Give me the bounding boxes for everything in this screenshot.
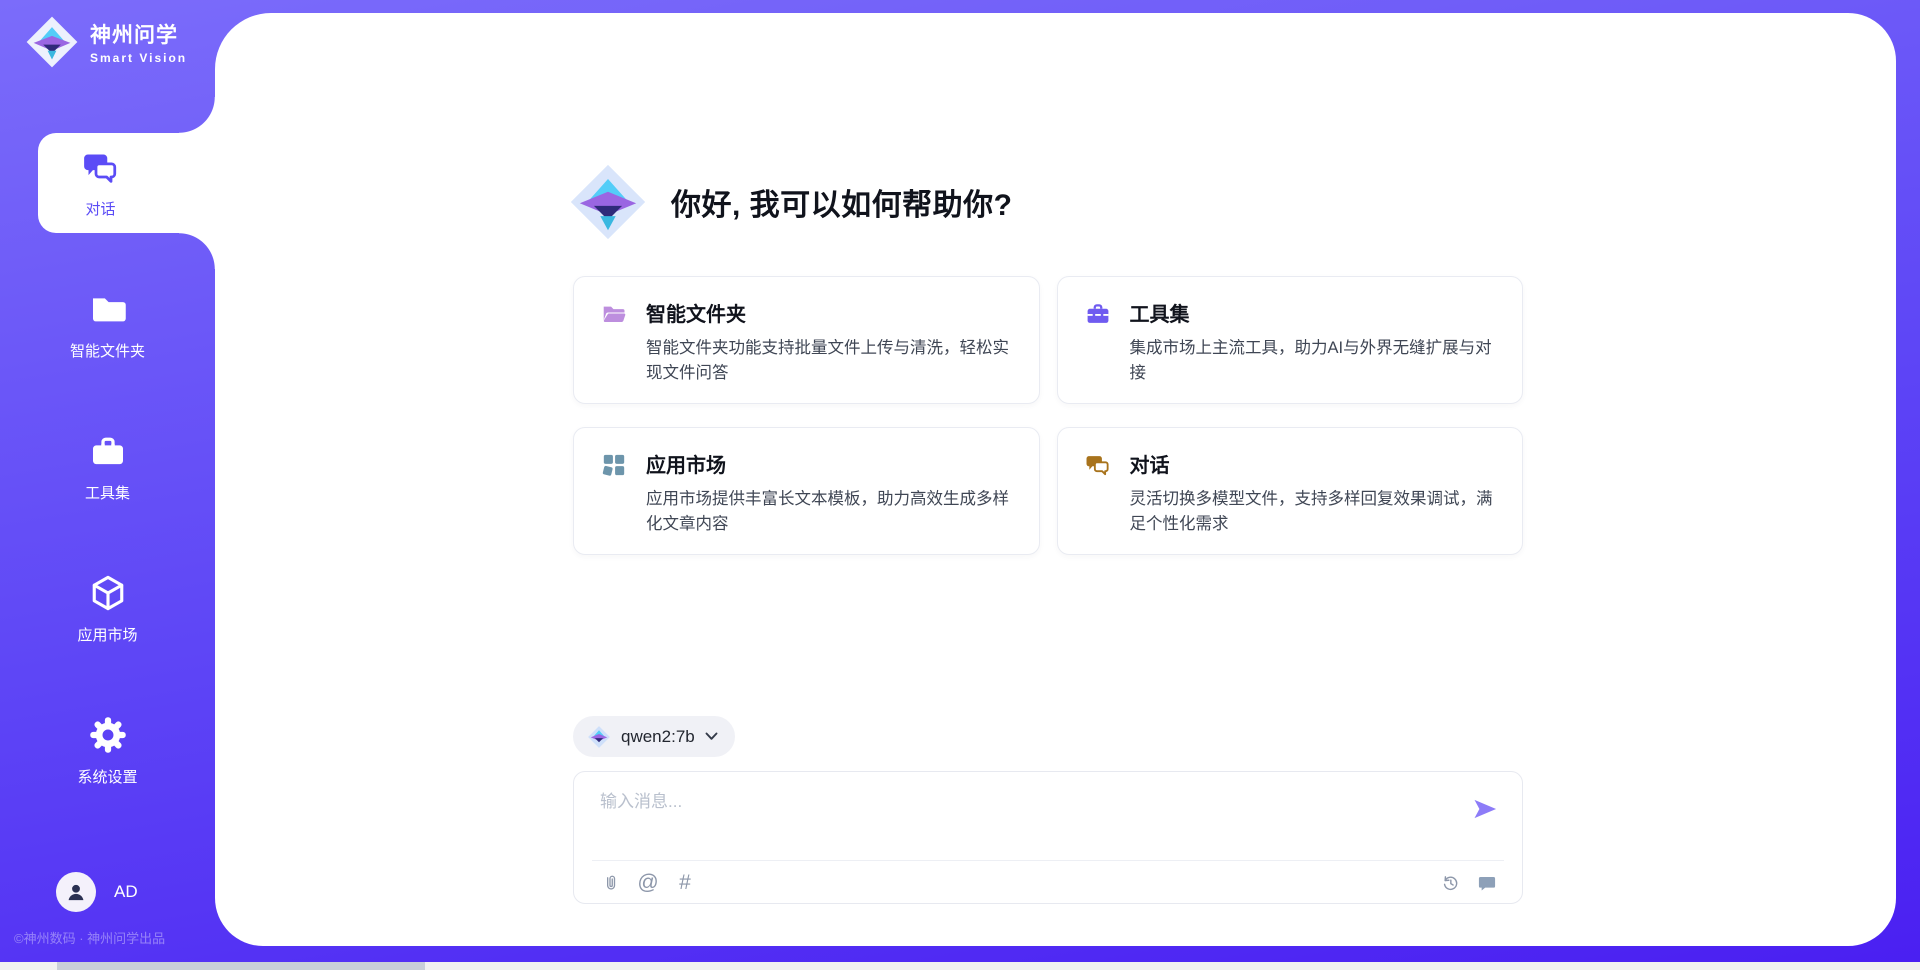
brand-logo-icon — [24, 14, 80, 70]
send-icon — [1471, 795, 1499, 823]
sidebar-item-label: 系统设置 — [77, 766, 137, 787]
sidebar-item-label: 智能文件夹 — [70, 340, 145, 361]
feature-cards: 智能文件夹 智能文件夹功能支持批量文件上传与清洗，轻松实现文件问答 工具集 集成… — [573, 276, 1523, 555]
sidebar-item-label: 工具集 — [85, 482, 130, 503]
card-smart-folder[interactable]: 智能文件夹 智能文件夹功能支持批量文件上传与清洗，轻松实现文件问答 — [573, 276, 1040, 404]
model-logo-icon — [587, 725, 611, 749]
greeting: 你好, 我可以如何帮助你? — [567, 161, 1013, 243]
sidebar-item-settings[interactable]: 系统设置 — [0, 701, 215, 801]
card-chat[interactable]: 对话 灵活切换多模型文件，支持多样回复效果调试，满足个性化需求 — [1057, 427, 1524, 555]
sidebar-item-smart-folder[interactable]: 智能文件夹 — [0, 275, 215, 375]
chevron-down-icon — [705, 732, 718, 741]
user-account[interactable]: AD — [56, 872, 138, 912]
brand-subtitle: Smart Vision — [90, 51, 187, 65]
briefcase-icon — [88, 431, 128, 471]
send-button[interactable] — [1471, 795, 1499, 823]
sidebar-item-label: 应用市场 — [77, 624, 137, 645]
chat-bubbles-icon — [1085, 452, 1111, 478]
model-selector[interactable]: qwen2:7b — [573, 716, 735, 757]
composer-divider — [592, 860, 1504, 861]
model-name: qwen2:7b — [621, 727, 695, 747]
copyright: ©神州数码 · 神州问学出品 — [14, 928, 165, 947]
history-icon — [1440, 873, 1460, 893]
sidebar-item-toolset[interactable]: 工具集 — [0, 417, 215, 517]
cube-icon — [88, 573, 128, 613]
greeting-title: 你好, 我可以如何帮助你? — [671, 180, 1013, 224]
card-title: 工具集 — [1130, 298, 1499, 327]
card-description: 集成市场上主流工具，助力AI与外界无缝扩展与对接 — [1130, 336, 1499, 386]
horizontal-scrollbar-thumb[interactable] — [57, 962, 425, 970]
history-button[interactable] — [1439, 871, 1461, 895]
card-app-market[interactable]: 应用市场 应用市场提供丰富长文本模板，助力高效生成多样化文章内容 — [573, 427, 1040, 555]
sidebar-item-app-market[interactable]: 应用市场 — [0, 559, 215, 659]
folder-icon — [88, 289, 128, 329]
message-input[interactable] — [600, 787, 1430, 839]
brand-name: 神州问学 — [90, 19, 187, 49]
composer-toolbar: @ # — [600, 868, 1498, 898]
chat-bubbles-icon — [81, 147, 121, 187]
person-icon — [63, 879, 89, 905]
horizontal-scrollbar — [0, 962, 1920, 970]
chat-bubble-icon — [1477, 873, 1497, 893]
attach-file-button[interactable] — [600, 871, 622, 895]
greeting-logo-icon — [567, 161, 649, 243]
card-description: 灵活切换多模型文件，支持多样回复效果调试，满足个性化需求 — [1130, 487, 1499, 537]
card-title: 应用市场 — [646, 449, 1015, 478]
folder-open-icon — [601, 301, 627, 327]
card-title: 对话 — [1130, 449, 1499, 478]
at-icon: @ — [637, 872, 658, 894]
quick-phrase-button[interactable] — [1476, 871, 1498, 895]
card-toolset[interactable]: 工具集 集成市场上主流工具，助力AI与外界无缝扩展与对接 — [1057, 276, 1524, 404]
topic-button[interactable]: # — [674, 871, 696, 895]
gear-icon — [88, 715, 128, 755]
grid-cube-icon — [601, 452, 627, 478]
sidebar-item-label: 对话 — [85, 198, 115, 219]
sidebar-item-chat[interactable]: 对话 — [38, 133, 215, 233]
briefcase-icon — [1085, 301, 1111, 327]
hash-icon: # — [679, 872, 691, 894]
card-description: 应用市场提供丰富长文本模板，助力高效生成多样化文章内容 — [646, 487, 1015, 537]
main-panel: 你好, 我可以如何帮助你? 智能文件夹 智能文件夹功能支持批量文件上传与清洗，轻… — [215, 13, 1896, 946]
card-title: 智能文件夹 — [646, 298, 1015, 327]
paperclip-icon — [601, 873, 621, 893]
card-description: 智能文件夹功能支持批量文件上传与清洗，轻松实现文件问答 — [646, 336, 1015, 386]
message-composer: @ # — [573, 771, 1523, 904]
sidebar: 神州问学 Smart Vision 对话 智能文件夹 工具集 — [0, 0, 215, 970]
brand: 神州问学 Smart Vision — [24, 14, 187, 70]
user-name: AD — [114, 882, 138, 902]
mention-button[interactable]: @ — [637, 871, 659, 895]
avatar — [56, 872, 96, 912]
